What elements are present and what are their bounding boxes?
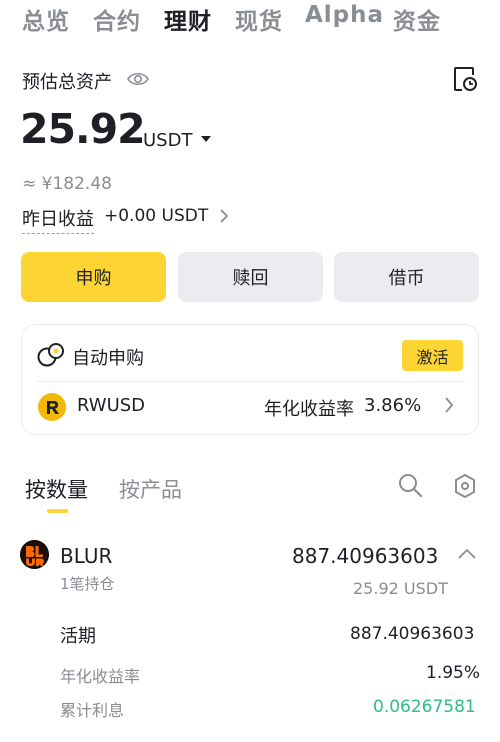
tab-alpha[interactable]: Alpha: [305, 2, 384, 28]
flexible-label: 活期: [60, 626, 96, 647]
chevron-right-icon[interactable]: [444, 397, 454, 413]
rwusd-logo: [38, 393, 66, 421]
card-divider: [37, 381, 465, 382]
chevron-up-icon[interactable]: [457, 548, 477, 560]
borrow-button[interactable]: 借币: [334, 252, 479, 302]
annual-rate-label: 年化收益率: [60, 667, 141, 686]
yesterday-earnings-value[interactable]: +0.00 USDT: [104, 206, 208, 226]
apr-value: 3.86%: [364, 395, 422, 416]
auto-subscribe-card: 自动申购 激活 RWUSD 年化收益率 3.86%: [21, 324, 479, 435]
chevron-right-icon[interactable]: [219, 209, 229, 223]
auto-subscribe-icon: [37, 343, 64, 367]
yesterday-earnings-label[interactable]: 昨日收益: [22, 205, 94, 234]
search-icon[interactable]: [397, 472, 423, 498]
tab-by-amount[interactable]: 按数量: [25, 474, 88, 504]
rwusd-name[interactable]: RWUSD: [77, 395, 145, 416]
tab-by-product[interactable]: 按产品: [119, 474, 182, 504]
holding-positions: 1笔持仓: [60, 575, 115, 593]
annual-rate-value: 1.95%: [426, 663, 481, 683]
tab-futures[interactable]: 合约: [93, 2, 141, 36]
caret-down-icon[interactable]: [200, 135, 212, 143]
settings-icon[interactable]: [453, 473, 477, 499]
total-balance: 25.92: [20, 105, 146, 153]
eye-icon[interactable]: [127, 70, 149, 88]
top-tab-bar: 总览 合约 理财 现货 Alpha 资金: [0, 0, 500, 44]
estimated-assets-label: 预估总资产: [22, 72, 112, 93]
redeem-button[interactable]: 赎回: [178, 252, 323, 302]
blur-logo: [20, 540, 49, 569]
auto-subscribe-title: 自动申购: [72, 348, 144, 369]
fiat-estimate: ≈ ¥182.48: [22, 174, 112, 194]
history-icon[interactable]: [452, 66, 478, 92]
balance-unit-selector[interactable]: USDT: [143, 130, 192, 151]
holding-amount: 887.40963603: [292, 544, 439, 568]
activate-button[interactable]: 激活: [402, 340, 463, 371]
apr-label: 年化收益率: [264, 399, 354, 420]
holding-name[interactable]: BLUR: [60, 544, 112, 568]
active-tab-indicator: [47, 509, 68, 513]
tab-funding[interactable]: 资金: [393, 2, 441, 36]
flexible-amount: 887.40963603: [350, 624, 475, 644]
tab-spot[interactable]: 现货: [235, 2, 283, 36]
subscribe-button[interactable]: 申购: [21, 252, 166, 302]
accrued-interest-label: 累计利息: [60, 701, 125, 720]
tab-overview[interactable]: 总览: [22, 2, 70, 36]
tab-earn[interactable]: 理财: [164, 2, 212, 36]
holding-usdt-value: 25.92 USDT: [353, 579, 448, 598]
accrued-interest-value: 0.06267581: [373, 697, 476, 717]
